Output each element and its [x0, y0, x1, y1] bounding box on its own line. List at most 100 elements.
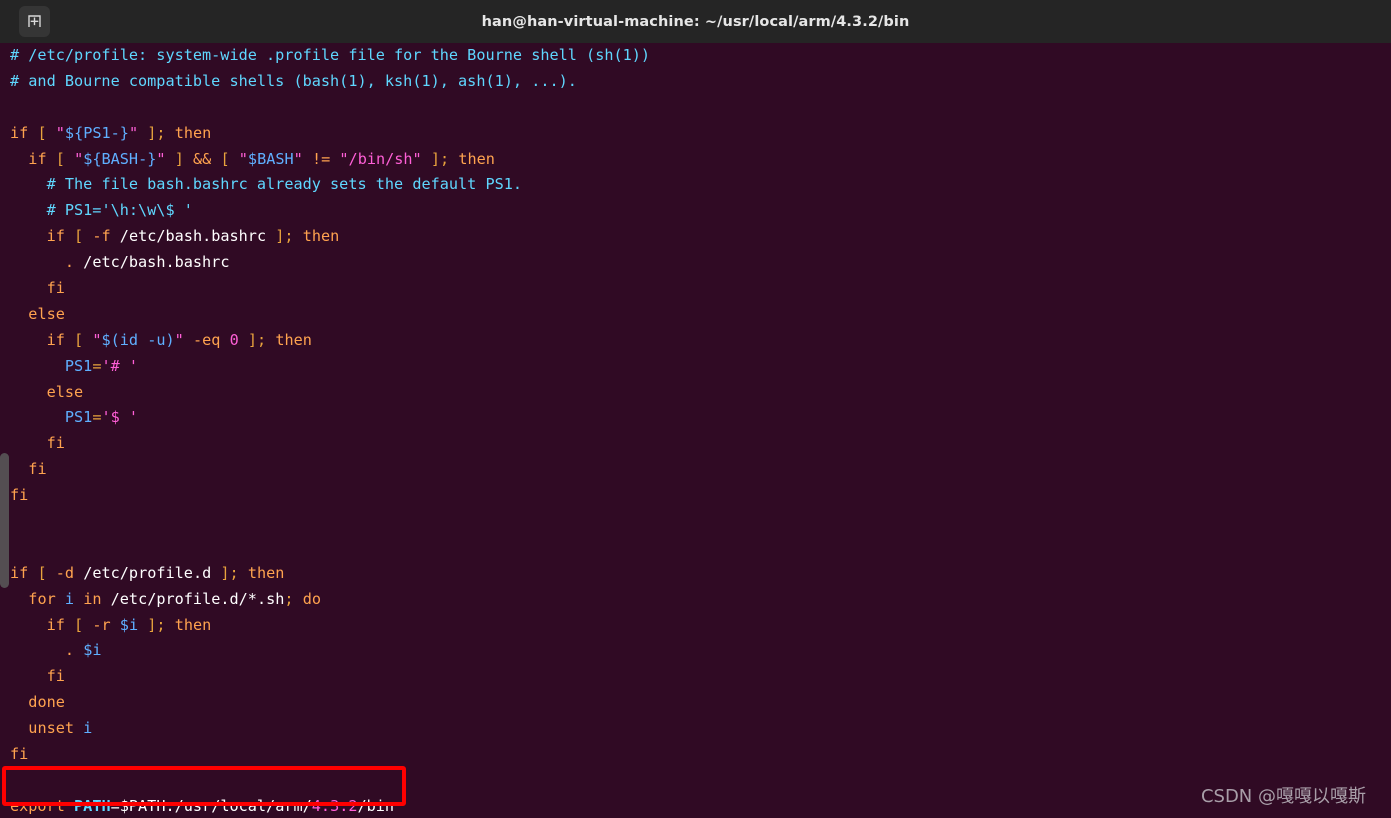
- code-token: else: [46, 382, 84, 401]
- code-line: # PS1='\h:\w\$ ': [0, 198, 650, 224]
- code-token: fi: [10, 486, 29, 505]
- code-token: ": [74, 149, 84, 168]
- code-token: # PS1='\h:\w\$ ': [46, 201, 193, 220]
- code-token: fi: [28, 460, 47, 479]
- code-token: $i: [83, 641, 102, 660]
- code-token: .: [64, 641, 75, 660]
- code-token: if: [28, 149, 47, 168]
- code-token: $i: [119, 615, 139, 634]
- code-token: [: [37, 563, 47, 582]
- code-token: then: [302, 227, 340, 246]
- code-token: export: [10, 796, 65, 815]
- code-token: then: [275, 330, 312, 349]
- code-token: ": [55, 123, 65, 142]
- code-line: fi: [0, 276, 650, 302]
- code-token: fi: [10, 745, 29, 764]
- code-token: then: [247, 563, 285, 582]
- code-token: -eq: [192, 330, 221, 349]
- code-line: else: [0, 302, 650, 328]
- code-token: [: [74, 615, 84, 634]
- code-line: fi: [0, 664, 650, 690]
- code-token: fi: [46, 667, 65, 686]
- code-token: # /etc/profile: system-wide .profile fil…: [10, 46, 651, 64]
- code-token: unset: [28, 719, 75, 738]
- code-token: PS1: [64, 356, 93, 375]
- terminal-content-area[interactable]: # /etc/profile: system-wide .profile fil…: [0, 43, 1391, 818]
- code-token: PS1: [64, 408, 93, 427]
- code-token: ];: [430, 149, 450, 168]
- code-token: [: [220, 149, 230, 168]
- code-line: else: [0, 380, 650, 406]
- code-token: ${PS1-}: [64, 123, 129, 142]
- code-token: if: [46, 330, 65, 349]
- code-token: then: [458, 149, 495, 168]
- code-line: unset i: [0, 716, 650, 742]
- code-token: [: [37, 123, 47, 142]
- code-token: /etc/bash.bashrc: [74, 253, 230, 272]
- new-tab-button[interactable]: [19, 6, 50, 37]
- code-token: if: [46, 227, 65, 246]
- code-token: ];: [247, 330, 267, 349]
- code-token: 0: [229, 330, 239, 349]
- code-line: if [ "${PS1-}" ]; then: [0, 121, 650, 147]
- code-token: /etc/profile.d: [83, 563, 212, 582]
- code-token: if: [10, 123, 29, 142]
- code-line: PS1='$ ': [0, 405, 650, 431]
- code-token: '$ ': [101, 408, 139, 427]
- code-token: "/bin/sh": [339, 149, 422, 168]
- code-token: in: [83, 589, 102, 608]
- code-token: ': [101, 356, 111, 375]
- code-token: # The file bash.bashrc already sets the …: [46, 175, 523, 194]
- code-line: fi: [0, 742, 650, 768]
- code-token: /etc/bash.bashrc: [119, 227, 267, 246]
- window-titlebar: han@han-virtual-machine: ~/usr/local/arm…: [0, 0, 1391, 43]
- code-token: then: [174, 615, 212, 634]
- code-token: PATH: [74, 796, 111, 815]
- code-token: ];: [275, 227, 294, 246]
- code-token: =$PATH:/usr/local/arm/: [110, 796, 312, 815]
- terminal-window: han@han-virtual-machine: ~/usr/local/arm…: [0, 0, 1391, 818]
- code-line: if [ -d /etc/profile.d ]; then: [0, 561, 650, 587]
- code-token: i: [83, 719, 93, 738]
- code-token: ];: [220, 563, 239, 582]
- code-token: fi: [46, 434, 65, 453]
- code-token: for: [28, 589, 56, 608]
- code-token: [: [55, 149, 65, 168]
- code-line: if [ -r $i ]; then: [0, 613, 650, 639]
- code-line: fi: [0, 483, 650, 509]
- code-token: ": [293, 149, 303, 168]
